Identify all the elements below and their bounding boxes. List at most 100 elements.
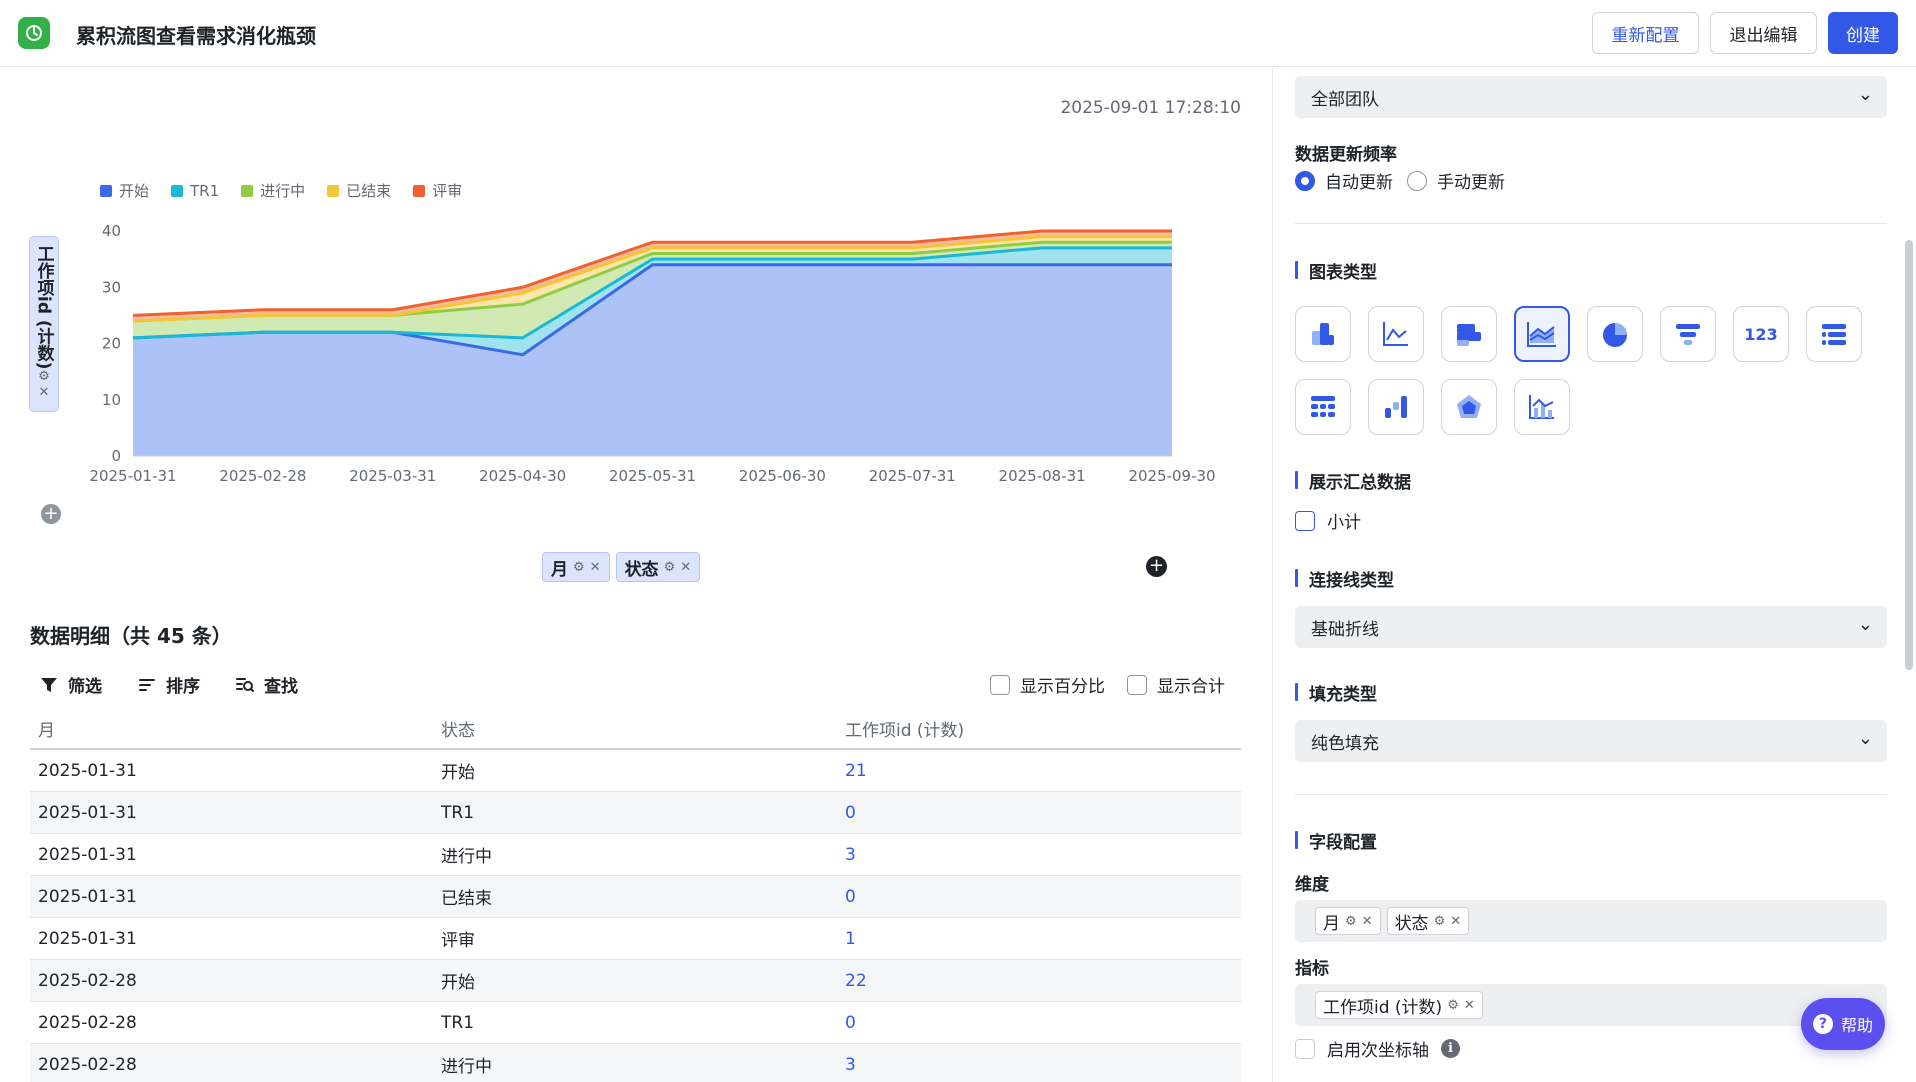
gear-icon[interactable]: ⚙ [573, 560, 585, 575]
checkbox[interactable] [1295, 1038, 1315, 1059]
bar-chart-icon[interactable] [1295, 306, 1351, 362]
table-cell: 已结束 [441, 889, 492, 909]
number-card-icon[interactable]: 123 [1733, 306, 1789, 362]
waterfall-chart-icon[interactable] [1368, 379, 1424, 435]
detail-toolbar: 筛选 排序 查找 [40, 672, 298, 697]
x-tick-label: 2025-05-31 [609, 467, 696, 485]
close-icon[interactable]: ✕ [39, 385, 50, 401]
find-button[interactable]: 查找 [236, 672, 298, 697]
create-button[interactable]: 创建 [1828, 12, 1898, 54]
list-chart-icon[interactable] [1806, 306, 1862, 362]
x-tick-label: 2025-08-31 [999, 467, 1086, 485]
table-cell: 2025-02-28 [38, 1054, 137, 1075]
table-row[interactable]: 2025-01-31 TR1 0 [30, 792, 1241, 834]
radio-selected[interactable] [1295, 170, 1315, 191]
table-row[interactable]: 2025-01-31 开始 21 [30, 750, 1241, 792]
exit-edit-button[interactable]: 退出编辑 [1710, 12, 1817, 54]
line-chart-icon[interactable] [1368, 306, 1424, 362]
gear-icon[interactable]: ⚙ [38, 369, 50, 385]
subtotal-label: 小计 [1327, 513, 1361, 533]
detail-title: 数据明细（共 45 条） [30, 624, 232, 648]
metric-field-box[interactable]: 工作项id (计数) ⚙ ✕ [1295, 984, 1887, 1026]
radio-unselected[interactable] [1407, 170, 1427, 191]
horizontal-bar-chart-icon[interactable] [1441, 306, 1497, 362]
sort-icon [139, 678, 155, 691]
dimension-tag-label: 月 [1323, 913, 1340, 934]
filter-button[interactable]: 筛选 [40, 672, 102, 697]
line-type-select[interactable]: 基础折线 ⌄ [1295, 606, 1887, 648]
column-header[interactable]: 状态 [435, 716, 839, 741]
gear-icon[interactable]: ⚙ [1447, 998, 1459, 1013]
info-icon[interactable]: i [1441, 1039, 1460, 1058]
close-icon[interactable]: ✕ [1450, 914, 1461, 929]
close-icon[interactable]: ✕ [1464, 998, 1475, 1013]
table-row[interactable]: 2025-02-28 开始 22 [30, 960, 1241, 1002]
table-cell[interactable]: 3 [839, 845, 1239, 865]
table-cell: TR1 [441, 1012, 475, 1033]
table-row[interactable]: 2025-01-31 进行中 3 [30, 834, 1241, 876]
x-tick-label: 2025-07-31 [869, 467, 956, 485]
x-field-tag-month[interactable]: 月 ⚙ ✕ [542, 552, 610, 582]
table-row[interactable]: 2025-02-28 进行中 3 [30, 1044, 1241, 1082]
subtotal-checkbox[interactable]: 小计 [1295, 508, 1361, 533]
table-cell[interactable]: 22 [839, 971, 1239, 991]
manual-update-radio[interactable]: 手动更新 [1407, 168, 1505, 193]
close-icon[interactable]: ✕ [1362, 914, 1373, 929]
fill-type-select[interactable]: 纯色填充 ⌄ [1295, 720, 1887, 762]
y-tick-label: 30 [102, 278, 121, 296]
gear-icon[interactable]: ⚙ [1434, 914, 1446, 929]
table-cell[interactable]: 0 [839, 803, 1239, 823]
combo-chart-icon[interactable] [1514, 379, 1570, 435]
gear-icon[interactable]: ⚙ [664, 560, 676, 575]
team-select[interactable]: 全部团队 ⌄ [1295, 76, 1887, 118]
table-row[interactable]: 2025-01-31 评审 1 [30, 918, 1241, 960]
number-card-label: 123 [1744, 324, 1778, 344]
add-x-field-icon[interactable]: + [1146, 556, 1167, 577]
question-icon: ? [1812, 1014, 1833, 1034]
fill-type-value: 纯色填充 [1311, 733, 1379, 754]
reconfigure-button[interactable]: 重新配置 [1592, 12, 1699, 54]
x-field-tag-status[interactable]: 状态 ⚙ ✕ [615, 552, 701, 582]
checkbox[interactable] [1127, 674, 1147, 695]
table-cell[interactable]: 1 [839, 929, 1239, 949]
table-row[interactable]: 2025-01-31 已结束 0 [30, 876, 1241, 918]
pie-chart-icon[interactable] [1587, 306, 1643, 362]
table-chart-icon[interactable] [1295, 379, 1351, 435]
secondary-axis-checkbox[interactable]: 启用次坐标轴 i [1295, 1036, 1460, 1061]
line-type-section-title: 连接线类型 [1295, 566, 1394, 591]
add-y-field-icon[interactable]: + [41, 504, 61, 524]
table-cell[interactable]: 3 [839, 1055, 1239, 1075]
page-title: 累积流图查看需求消化瓶颈 [76, 24, 316, 48]
checkbox[interactable] [990, 674, 1010, 695]
column-header[interactable]: 月 [30, 716, 435, 741]
dimension-tag[interactable]: 状态 ⚙ ✕ [1386, 907, 1470, 935]
area-chart-icon[interactable] [1514, 306, 1570, 362]
help-button[interactable]: ? 帮助 [1801, 998, 1885, 1050]
close-icon[interactable]: ✕ [590, 560, 601, 575]
manual-update-label: 手动更新 [1437, 173, 1505, 193]
metric-tag[interactable]: 工作项id (计数) ⚙ ✕ [1315, 991, 1483, 1019]
show-percent-toggle[interactable]: 显示百分比 [990, 672, 1105, 697]
close-icon[interactable]: ✕ [680, 560, 691, 575]
x-axis-field-tags: 月 ⚙ ✕ 状态 ⚙ ✕ [542, 552, 701, 582]
gear-icon[interactable]: ⚙ [1345, 914, 1357, 929]
dimension-field-box[interactable]: 月 ⚙ ✕ 状态 ⚙ ✕ [1295, 900, 1887, 942]
show-total-toggle[interactable]: 显示合计 [1127, 672, 1225, 697]
sort-button[interactable]: 排序 [138, 672, 200, 697]
table-cell: 进行中 [441, 847, 492, 867]
table-cell: 2025-01-31 [38, 886, 137, 907]
table-header: 月 状态 工作项id (计数) [30, 708, 1241, 750]
dimension-tag[interactable]: 月 ⚙ ✕ [1315, 907, 1381, 935]
table-cell: 2025-01-31 [38, 844, 137, 865]
table-cell[interactable]: 0 [839, 1013, 1239, 1033]
checkbox[interactable] [1295, 510, 1315, 531]
table-cell[interactable]: 21 [839, 761, 1239, 781]
column-header[interactable]: 工作项id (计数) [839, 716, 1239, 741]
panel-scrollbar[interactable] [1905, 240, 1913, 670]
auto-update-radio[interactable]: 自动更新 [1295, 168, 1393, 193]
radar-chart-icon[interactable] [1441, 379, 1497, 435]
funnel-chart-icon[interactable] [1660, 306, 1716, 362]
table-cell[interactable]: 0 [839, 887, 1239, 907]
table-row[interactable]: 2025-02-28 TR1 0 [30, 1002, 1241, 1044]
y-axis-field-tag[interactable]: 工作项id (计数) ⚙ ✕ [29, 236, 59, 412]
